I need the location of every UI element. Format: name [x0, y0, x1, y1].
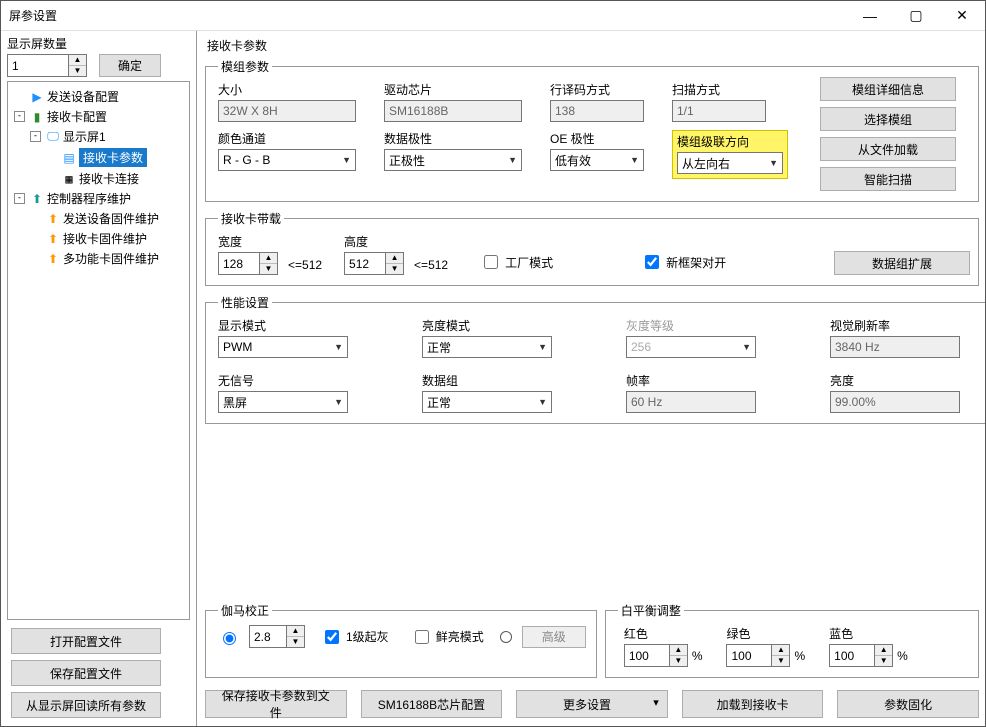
gamma-spinner[interactable]: ▲▼ [249, 625, 305, 648]
upload-icon: ⬆ [45, 231, 61, 247]
module-smart-scan-button[interactable]: 智能扫描 [820, 167, 956, 191]
grid-icon: ▦ [61, 171, 77, 187]
tree-send-device-cfg[interactable]: ▶ 发送设备配置 [12, 87, 187, 106]
save-recv-params-button[interactable]: 保存接收卡参数到文件 [205, 690, 347, 718]
module-polarity-select[interactable]: 正极性 [384, 149, 522, 171]
brightness-field: 99.00% [830, 391, 960, 413]
gamma-radio[interactable] [223, 632, 236, 645]
config-tree: ▶ 发送设备配置 - ▮ 接收卡配置 - [7, 81, 190, 620]
close-button[interactable]: ✕ [939, 1, 985, 30]
module-detail-button[interactable]: 模组详细信息 [820, 77, 956, 101]
module-oe-select[interactable]: 低有效 [550, 149, 644, 171]
params-icon: ▤ [61, 150, 77, 166]
module-select-button[interactable]: 选择模组 [820, 107, 956, 131]
titlebar: 屏参设置 — ▢ ✕ [1, 1, 985, 31]
gray-level-select: 256 [626, 336, 756, 358]
module-size-field: 32W X 8H [218, 100, 356, 122]
open-config-button[interactable]: 打开配置文件 [11, 628, 161, 654]
disabled-radio [500, 631, 512, 643]
minimize-button[interactable]: — [847, 1, 893, 30]
confirm-button[interactable]: 确定 [99, 54, 161, 77]
screen-count-spinner[interactable]: ▲▼ [7, 54, 87, 77]
module-cascade-select[interactable]: 从左向右 [677, 152, 783, 174]
no-signal-select[interactable]: 黑屏 [218, 391, 348, 413]
performance-group: 性能设置 显示模式 PWM 亮度模式 正常 灰度等级 256 [205, 294, 985, 424]
collapse-icon[interactable]: - [30, 131, 41, 142]
tree-recv-card-fw[interactable]: ⬆ 接收卡固件维护 [28, 229, 187, 248]
display-mode-select[interactable]: PWM [218, 336, 348, 358]
tree-recv-card-params[interactable]: ▤ 接收卡参数 [44, 147, 187, 168]
module-load-file-button[interactable]: 从文件加载 [820, 137, 956, 161]
tree-controller-fw[interactable]: - ⬆ 控制器程序维护 [12, 189, 187, 208]
collapse-icon[interactable]: - [14, 193, 25, 204]
card-icon: ▮ [29, 109, 45, 125]
gamma-advanced-button: 高级 [522, 626, 586, 648]
wb-blue-spinner[interactable]: ▲▼ [829, 644, 893, 667]
upload-icon: ⬆ [45, 251, 61, 267]
data-group-expand-button[interactable]: 数据组扩展 [834, 251, 970, 275]
module-chip-field: SM16188B [384, 100, 522, 122]
module-cascade-highlight: 模组级联方向 从左向右 [672, 130, 788, 179]
module-params-group: 模组参数 大小 32W X 8H 驱动芯片 SM16188B [205, 58, 979, 202]
screen-count-input[interactable] [8, 55, 68, 76]
play-icon: ▶ [29, 89, 45, 105]
save-config-button[interactable]: 保存配置文件 [11, 660, 161, 686]
datagroup-select[interactable]: 正常 [422, 391, 552, 413]
tree-screen1[interactable]: - 🖵 显示屏1 [28, 127, 187, 146]
load-to-card-button[interactable]: 加载到接收卡 [682, 690, 824, 718]
capacity-group: 接收卡带载 宽度 ▲▼ <=512 高度 ▲▼ [205, 210, 979, 286]
collapse-icon[interactable]: - [14, 111, 25, 122]
right-title: 接收卡参数 [205, 35, 979, 56]
fps-field: 60 Hz [626, 391, 756, 413]
hdr-checkbox[interactable]: 鲜亮模式 [411, 627, 484, 647]
factory-mode-checkbox[interactable]: 工厂模式 [480, 252, 553, 272]
window-title: 屏参设置 [9, 7, 847, 24]
width-spinner[interactable]: ▲▼ [218, 252, 278, 275]
gray1-checkbox[interactable]: 1级起灰 [321, 627, 389, 647]
upload-icon: ⬆ [45, 211, 61, 227]
tree-send-device-fw[interactable]: ⬆ 发送设备固件维护 [28, 209, 187, 228]
height-spinner[interactable]: ▲▼ [344, 252, 404, 275]
wb-red-spinner[interactable]: ▲▼ [624, 644, 688, 667]
param-solidify-button[interactable]: 参数固化 [837, 690, 979, 718]
module-scan-field: 1/1 [672, 100, 766, 122]
gamma-group: 伽马校正 ▲▼ 1级起灰 鲜亮模式 [205, 602, 597, 678]
more-settings-button[interactable]: 更多设置 [516, 690, 668, 718]
bright-mode-select[interactable]: 正常 [422, 336, 552, 358]
new-frame-checkbox[interactable]: 新框架对开 [641, 252, 726, 272]
tree-recv-card-conn[interactable]: ▦ 接收卡连接 [44, 169, 187, 188]
refresh-rate-field: 3840 Hz [830, 336, 960, 358]
white-balance-group: 白平衡调整 红色 ▲▼ % [605, 602, 979, 678]
wb-green-spinner[interactable]: ▲▼ [726, 644, 790, 667]
tree-recv-card-cfg[interactable]: - ▮ 接收卡配置 [12, 107, 187, 126]
chip-config-button[interactable]: SM16188B芯片配置 [361, 690, 503, 718]
upload-icon: ⬆ [29, 191, 45, 207]
monitor-icon: 🖵 [45, 129, 61, 145]
maximize-button[interactable]: ▢ [893, 1, 939, 30]
module-decode-field: 138 [550, 100, 644, 122]
read-params-button[interactable]: 从显示屏回读所有参数 [11, 692, 161, 718]
screen-count-label: 显示屏数量 [7, 35, 190, 52]
tree-multifunc-fw[interactable]: ⬆ 多功能卡固件维护 [28, 249, 187, 268]
module-color-select[interactable]: R - G - B [218, 149, 356, 171]
